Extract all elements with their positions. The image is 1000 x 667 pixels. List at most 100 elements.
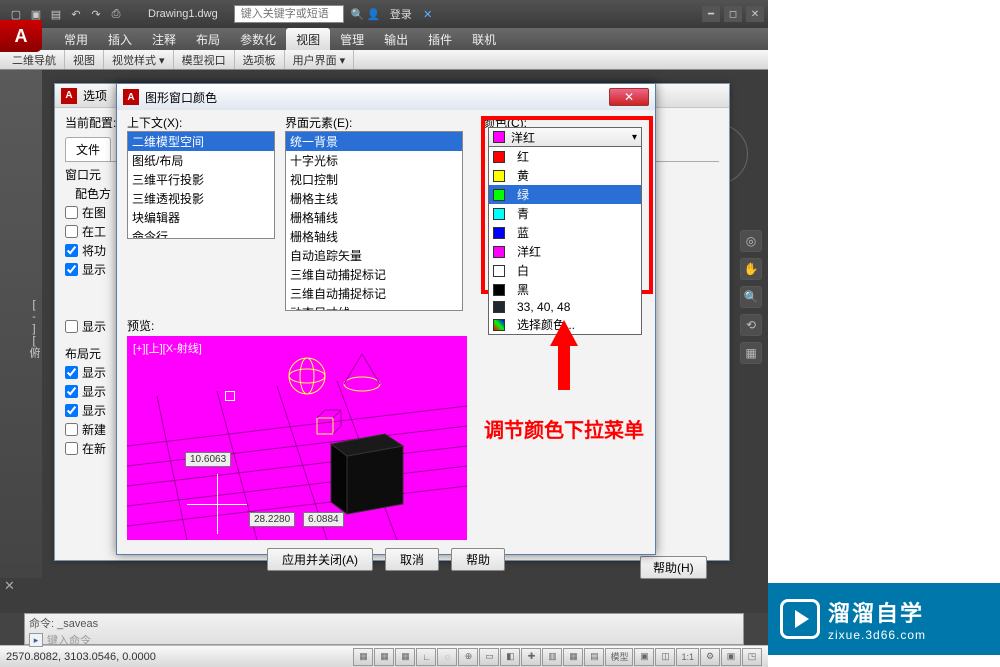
color-option-white[interactable]: 白	[489, 261, 641, 280]
ribbon-tab-home[interactable]: 常用	[54, 28, 98, 50]
watermark-play-icon	[780, 599, 820, 639]
nav-zoom-icon[interactable]: 🔍	[740, 286, 762, 308]
panel-2dnav[interactable]: 二维导航	[4, 50, 65, 69]
exchange-icon[interactable]: ✕	[420, 6, 436, 22]
command-history: 命令: _saveas	[29, 615, 739, 631]
search-icon[interactable]: 🔍	[350, 6, 366, 22]
color-option-red[interactable]: 红	[489, 147, 641, 166]
login-label[interactable]: 登录	[390, 6, 412, 22]
ribbon-tab-online[interactable]: 联机	[462, 28, 506, 50]
nav-pan-icon[interactable]: ✋	[740, 258, 762, 280]
maximize-button[interactable]: ◻	[724, 6, 742, 22]
preview-coord-2b: 6.0884	[303, 512, 344, 527]
list-item[interactable]: 图纸/布局	[128, 151, 274, 170]
color-dialog-titlebar[interactable]: A 图形窗口颜色 ✕	[117, 84, 655, 110]
ribbon-tab-manage[interactable]: 管理	[330, 28, 374, 50]
status-btn[interactable]: ∟	[416, 648, 436, 666]
list-item[interactable]: 栅格主线	[286, 189, 462, 208]
color-option-green[interactable]: 绿	[489, 185, 641, 204]
panel-palettes[interactable]: 选项板	[235, 50, 285, 69]
help-search-input[interactable]	[234, 5, 344, 23]
list-item[interactable]: 三维平行投影	[128, 170, 274, 189]
status-model[interactable]: 模型	[605, 648, 633, 666]
nav-orbit-icon[interactable]: ⟲	[740, 314, 762, 336]
list-item[interactable]: 三维自动捕捉标记	[286, 265, 462, 284]
status-btn[interactable]: ▣	[721, 648, 741, 666]
watermark-url: zixue.3d66.com	[828, 628, 926, 642]
cancel-button[interactable]: 取消	[385, 548, 439, 571]
qat-undo-icon[interactable]: ↶	[68, 6, 84, 22]
nav-wheel-icon[interactable]: ◎	[740, 230, 762, 252]
list-item[interactable]: 栅格辅线	[286, 208, 462, 227]
status-btn[interactable]: ◫	[655, 648, 675, 666]
login-icon[interactable]: 👤	[366, 6, 382, 22]
status-btn[interactable]: ◳	[742, 648, 762, 666]
ribbon-tab-plugin[interactable]: 插件	[418, 28, 462, 50]
color-option-yellow[interactable]: 黄	[489, 166, 641, 185]
cmd-close-icon[interactable]: ✕	[4, 578, 15, 594]
status-btn[interactable]: ◧	[500, 648, 520, 666]
panel-view[interactable]: 视图	[65, 50, 104, 69]
color-option-black[interactable]: 黑	[489, 280, 641, 299]
ribbon-tab-layout[interactable]: 布局	[186, 28, 230, 50]
list-item[interactable]: 统一背景	[286, 132, 462, 151]
list-item[interactable]: 命令行	[128, 227, 274, 239]
apply-and-close-button[interactable]: 应用并关闭(A)	[267, 548, 373, 571]
color-dropdown-closed[interactable]: 洋红 ▾	[488, 127, 642, 147]
status-btn[interactable]: ◌	[437, 648, 457, 666]
options-title: 选项	[83, 87, 107, 104]
list-item[interactable]: 三维透视投影	[128, 189, 274, 208]
list-item[interactable]: 栅格轴线	[286, 227, 462, 246]
help-button[interactable]: 帮助	[451, 548, 505, 571]
options-tab-file[interactable]: 文件	[65, 137, 111, 161]
close-button[interactable]: ✕	[746, 6, 764, 22]
status-btn[interactable]: ▥	[542, 648, 562, 666]
navigation-bar: ◎ ✋ 🔍 ⟲ ▦	[738, 230, 764, 510]
status-btn[interactable]: ✚	[521, 648, 541, 666]
palette-collapse-bar[interactable]: [-][俯	[0, 70, 42, 578]
context-listbox[interactable]: 二维模型空间 图纸/布局 三维平行投影 三维透视投影 块编辑器 命令行 打印预览	[127, 131, 275, 239]
status-btn[interactable]: ▭	[479, 648, 499, 666]
command-prompt: 键入命令	[47, 632, 91, 648]
panel-modelvp[interactable]: 模型视口	[174, 50, 235, 69]
ribbon-tab-view[interactable]: 视图	[286, 28, 330, 50]
status-btn[interactable]: ▤	[584, 648, 604, 666]
status-btn[interactable]: ▦	[353, 648, 373, 666]
list-item[interactable]: 块编辑器	[128, 208, 274, 227]
status-btn[interactable]: ▣	[634, 648, 654, 666]
list-item[interactable]: 三维自动捕捉标记	[286, 284, 462, 303]
color-option-cyan[interactable]: 青	[489, 204, 641, 223]
element-listbox[interactable]: 统一背景 十字光标 视口控制 栅格主线 栅格辅线 栅格轴线 自动追踪矢量 三维自…	[285, 131, 463, 311]
list-item[interactable]: 动态尺寸线	[286, 303, 462, 311]
qat-redo-icon[interactable]: ↷	[88, 6, 104, 22]
list-item[interactable]: 自动追踪矢量	[286, 246, 462, 265]
list-item[interactable]: 视口控制	[286, 170, 462, 189]
status-btn[interactable]: ▦	[563, 648, 583, 666]
nav-showmotion-icon[interactable]: ▦	[740, 342, 762, 364]
color-option-blue[interactable]: 蓝	[489, 223, 641, 242]
color-dropdown[interactable]: 洋红 ▾ 红 黄 绿 青 蓝 洋红 白 黑 33, 40, 48 选择颜色...	[488, 127, 642, 335]
list-item[interactable]: 二维模型空间	[128, 132, 274, 151]
qat-print-icon[interactable]: ⎙	[108, 6, 124, 22]
list-item[interactable]: 十字光标	[286, 151, 462, 170]
color-dialog-close-button[interactable]: ✕	[609, 88, 649, 106]
color-option-rgb[interactable]: 33, 40, 48	[489, 299, 641, 315]
color-dropdown-list[interactable]: 红 黄 绿 青 蓝 洋红 白 黑 33, 40, 48 选择颜色...	[488, 147, 642, 335]
app-logo[interactable]: A	[0, 20, 42, 52]
color-option-magenta[interactable]: 洋红	[489, 242, 641, 261]
ribbon-tab-insert[interactable]: 插入	[98, 28, 142, 50]
status-btn[interactable]: ⊕	[458, 648, 478, 666]
qat-save-icon[interactable]: ▤	[48, 6, 64, 22]
minimize-button[interactable]: ━	[702, 6, 720, 22]
panel-visualstyle[interactable]: 视觉样式 ▾	[104, 50, 174, 69]
ribbon-tab-param[interactable]: 参数化	[230, 28, 286, 50]
panel-ui[interactable]: 用户界面 ▾	[285, 50, 355, 69]
preview-pane: [+][上][X-射线]	[127, 336, 467, 540]
command-line[interactable]: 命令: _saveas ▸键入命令	[24, 613, 744, 645]
status-btn[interactable]: ⚙	[700, 648, 720, 666]
status-scale[interactable]: 1:1	[676, 648, 699, 666]
ribbon-tab-annotate[interactable]: 注释	[142, 28, 186, 50]
status-btn[interactable]: ▦	[374, 648, 394, 666]
ribbon-tab-output[interactable]: 输出	[374, 28, 418, 50]
status-btn[interactable]: ▦	[395, 648, 415, 666]
